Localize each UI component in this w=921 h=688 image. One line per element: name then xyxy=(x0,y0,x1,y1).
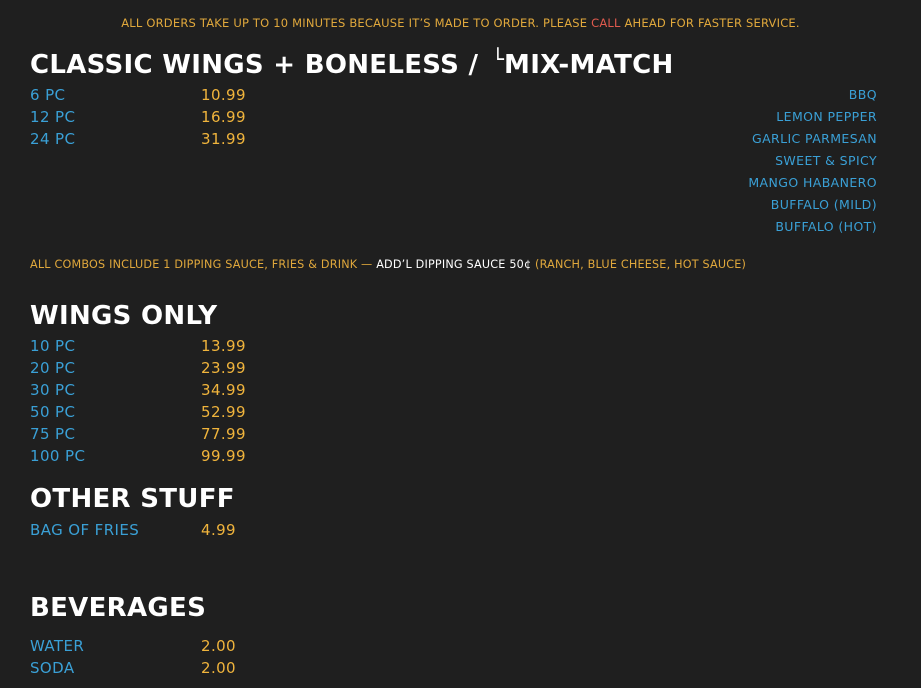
item-label: 12 PC xyxy=(30,108,76,126)
combo-note: ALL COMBOS INCLUDE 1 DIPPING SAUCE, FRIE… xyxy=(30,258,746,271)
item-price: 16.99 xyxy=(201,108,246,126)
order-notice: ALL ORDERS TAKE UP TO 10 MINUTES BECAUSE… xyxy=(0,16,921,30)
item-label: 20 PC xyxy=(30,359,76,377)
flavor-item: GARLIC PARMESAN xyxy=(751,131,877,146)
item-price: 23.99 xyxy=(201,359,246,377)
item-price: 2.00 xyxy=(201,637,236,655)
flavor-item: BUFFALO (HOT) xyxy=(775,219,877,234)
classic-title-tail: MIX-MATCH xyxy=(504,50,674,80)
flavor-item: MANGO HABANERO xyxy=(748,175,877,190)
classic-section-title: CLASSIC WINGS + BONELESS / └MIX-MATCH xyxy=(30,47,674,81)
item-label: 6 PC xyxy=(30,86,66,104)
combo-part-2: ADD’L DIPPING SAUCE 50¢ xyxy=(376,258,532,271)
item-label: 10 PC xyxy=(30,337,76,355)
item-price: 34.99 xyxy=(201,381,246,399)
combo-part-1: ALL COMBOS INCLUDE 1 DIPPING SAUCE, FRIE… xyxy=(30,258,377,271)
item-price: 10.99 xyxy=(201,86,246,104)
item-price: 13.99 xyxy=(201,337,246,355)
classic-title-text: CLASSIC WINGS + BONELESS / xyxy=(30,50,488,80)
call-link[interactable]: CALL xyxy=(591,16,621,30)
other-stuff-title: OTHER STUFF xyxy=(30,484,235,514)
beverages-title: BEVERAGES xyxy=(30,593,207,623)
item-label: 50 PC xyxy=(30,403,76,421)
notice-suffix: AHEAD FOR FASTER SERVICE. xyxy=(620,16,800,30)
notice-prefix: ALL ORDERS TAKE UP TO 10 MINUTES BECAUSE… xyxy=(121,16,592,30)
item-label: 30 PC xyxy=(30,381,76,399)
item-label: WATER xyxy=(30,637,85,655)
item-price: 77.99 xyxy=(201,425,246,443)
item-price: 31.99 xyxy=(201,130,246,148)
corner-glyph: └ xyxy=(491,47,505,71)
combo-part-3: (RANCH, BLUE CHEESE, HOT SAUCE) xyxy=(531,258,747,271)
wings-only-title: WINGS ONLY xyxy=(30,301,218,331)
item-label: 75 PC xyxy=(30,425,76,443)
item-label: 100 PC xyxy=(30,447,86,465)
item-price: 99.99 xyxy=(201,447,246,465)
flavor-item: BUFFALO (MILD) xyxy=(770,197,877,212)
item-price: 2.00 xyxy=(201,659,236,677)
item-label: SODA xyxy=(30,659,75,677)
flavor-item: SWEET & SPICY xyxy=(775,153,877,168)
item-price: 52.99 xyxy=(201,403,246,421)
item-label: BAG OF FRIES xyxy=(30,521,140,539)
item-label: 24 PC xyxy=(30,130,76,148)
flavor-list: BBQ LEMON PEPPER GARLIC PARMESAN SWEET &… xyxy=(748,84,877,238)
flavor-item: LEMON PEPPER xyxy=(776,109,877,124)
flavor-item: BBQ xyxy=(848,87,877,102)
item-price: 4.99 xyxy=(201,521,236,539)
